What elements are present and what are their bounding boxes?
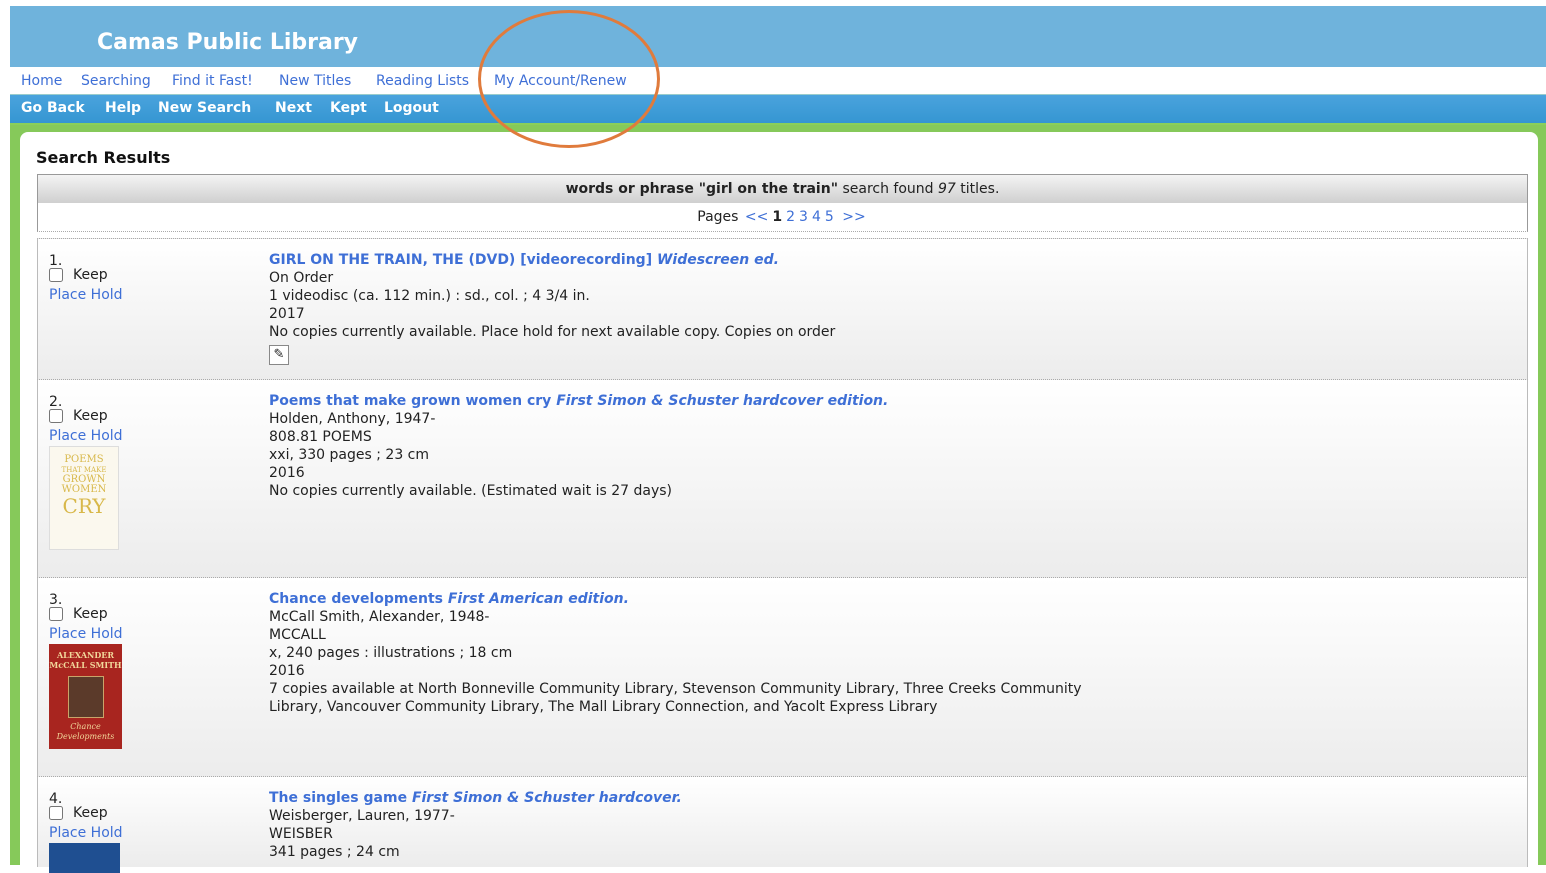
search-results-panel: Search Results words or phrase "girl on … (20, 132, 1538, 873)
logout-button[interactable]: Logout (384, 100, 439, 116)
action-toolbar: Go Back Help New Search Next Kept Logout (10, 95, 1546, 125)
title-text: GIRL ON THE TRAIN, THE (DVD) [videorecor… (269, 252, 653, 268)
keep-checkbox[interactable] (49, 806, 63, 820)
edition-text: First Simon & Schuster hardcover edition… (556, 393, 889, 409)
summary-mid: search found (842, 181, 934, 197)
record-author: McCall Smith, Alexander, 1948- (269, 609, 490, 625)
pagination: Pages << 1 2 3 4 5 >> (37, 203, 1528, 232)
keep-label: Keep (73, 805, 108, 821)
cover-image (67, 676, 104, 718)
record-author: Holden, Anthony, 1947- (269, 411, 436, 427)
cover-text: ALEXANDER (56, 650, 115, 660)
site-header: Camas Public Library (10, 6, 1546, 67)
keep-option[interactable]: Keep (49, 805, 108, 821)
help-button[interactable]: Help (105, 100, 141, 116)
keep-checkbox[interactable] (49, 607, 63, 621)
record-author: Weisberger, Lauren, 1977- (269, 808, 455, 824)
record-description: x, 240 pages : illustrations ; 18 cm (269, 645, 513, 661)
cover-text: POEMS (64, 454, 104, 465)
keep-option[interactable]: Keep (49, 606, 108, 622)
page-link[interactable]: 5 (825, 209, 834, 225)
result-record: 3. Keep Place Hold ALEXANDER McCALL SMIT… (37, 577, 1528, 777)
record-availability: 7 copies available at North Bonneville C… (269, 681, 1082, 697)
record-description: 1 videodisc (ca. 112 min.) : sd., col. ;… (269, 288, 590, 304)
nav-my-account-renew[interactable]: My Account/Renew (494, 73, 627, 89)
title-text: Chance developments (269, 591, 443, 607)
cover-text: Chance (70, 722, 101, 731)
nav-searching[interactable]: Searching (81, 73, 151, 89)
nav-new-titles[interactable]: New Titles (279, 73, 351, 89)
search-query: "girl on the train" (698, 181, 838, 197)
edition-text: Widescreen ed. (656, 252, 779, 268)
page-title: Search Results (36, 148, 171, 167)
nav-find-it-fast[interactable]: Find it Fast! (172, 73, 253, 89)
place-hold-link[interactable]: Place Hold (49, 626, 123, 642)
result-record: 2. Keep Place Hold POEMS THAT MAKE GROWN… (37, 379, 1528, 578)
record-details: GIRL ON THE TRAIN, THE (DVD) [videorecor… (269, 251, 1269, 365)
result-record: 1. Keep Place Hold GIRL ON THE TRAIN, TH… (37, 238, 1528, 380)
book-cover[interactable] (49, 843, 120, 873)
keep-checkbox[interactable] (49, 268, 63, 282)
book-cover[interactable]: ALEXANDER McCALL SMITH Chance Developmen… (49, 644, 122, 749)
record-availability: No copies currently available. Place hol… (269, 324, 836, 340)
go-back-button[interactable]: Go Back (21, 100, 85, 116)
edition-text: First American edition. (447, 591, 629, 607)
record-status: On Order (269, 270, 334, 286)
summary-prefix: words or phrase (565, 181, 694, 197)
cover-text: CRY (62, 494, 106, 518)
next-button[interactable]: Next (275, 100, 312, 116)
new-search-button[interactable]: New Search (158, 100, 251, 116)
pencil-icon[interactable]: ✎ (269, 345, 289, 365)
record-availability-cont: Library, Vancouver Community Library, Th… (269, 699, 938, 715)
record-year: 2016 (269, 465, 305, 481)
summary-suffix: titles. (960, 181, 1000, 197)
nav-home[interactable]: Home (21, 73, 62, 89)
place-hold-link[interactable]: Place Hold (49, 428, 123, 444)
record-year: 2016 (269, 663, 305, 679)
cover-text: McCALL SMITH (49, 660, 122, 670)
record-details: Poems that make grown women cry First Si… (269, 392, 1269, 500)
cover-text: Developments (56, 732, 115, 741)
page-link[interactable]: 3 (799, 209, 808, 225)
keep-option[interactable]: Keep (49, 267, 108, 283)
place-hold-link[interactable]: Place Hold (49, 287, 123, 303)
record-title[interactable]: The singles game First Simon & Schuster … (269, 790, 682, 806)
top-nav: Home Searching Find it Fast! New Titles … (10, 67, 1546, 95)
record-description: xxi, 330 pages ; 23 cm (269, 447, 430, 463)
result-record: 4. Keep Place Hold The singles game Firs… (37, 776, 1528, 873)
keep-option[interactable]: Keep (49, 408, 108, 424)
record-call-number: 808.81 POEMS (269, 429, 372, 445)
pages-label: Pages (697, 209, 739, 225)
keep-checkbox[interactable] (49, 409, 63, 423)
prev-pages-link[interactable]: << (745, 209, 768, 225)
edition-text: First Simon & Schuster hardcover. (411, 790, 682, 806)
record-year: 2017 (269, 306, 305, 322)
title-text: The singles game (269, 790, 408, 806)
page-link[interactable]: 4 (812, 209, 821, 225)
title-text: Poems that make grown women cry (269, 393, 552, 409)
record-call-number: MCCALL (269, 627, 326, 643)
results-summary: words or phrase "girl on the train" sear… (37, 174, 1528, 204)
site-title: Camas Public Library (97, 30, 359, 55)
record-title[interactable]: Poems that make grown women cry First Si… (269, 393, 888, 409)
place-hold-link[interactable]: Place Hold (49, 825, 123, 841)
keep-label: Keep (73, 267, 108, 283)
record-availability: No copies currently available. (Estimate… (269, 483, 673, 499)
record-details: Chance developments First American editi… (269, 590, 1269, 716)
record-description: 341 pages ; 24 cm (269, 844, 400, 860)
kept-button[interactable]: Kept (330, 100, 367, 116)
next-pages-link[interactable]: >> (842, 209, 865, 225)
record-title[interactable]: GIRL ON THE TRAIN, THE (DVD) [videorecor… (269, 252, 779, 268)
keep-label: Keep (73, 606, 108, 622)
page-link[interactable]: 2 (786, 209, 795, 225)
result-count: 97 (938, 181, 956, 197)
current-page: 1 (772, 209, 783, 225)
book-cover[interactable]: POEMS THAT MAKE GROWN WOMEN CRY (49, 446, 119, 550)
record-details: The singles game First Simon & Schuster … (269, 789, 1269, 861)
record-title[interactable]: Chance developments First American editi… (269, 591, 629, 607)
keep-label: Keep (73, 408, 108, 424)
nav-reading-lists[interactable]: Reading Lists (376, 73, 469, 89)
record-call-number: WEISBER (269, 826, 333, 842)
